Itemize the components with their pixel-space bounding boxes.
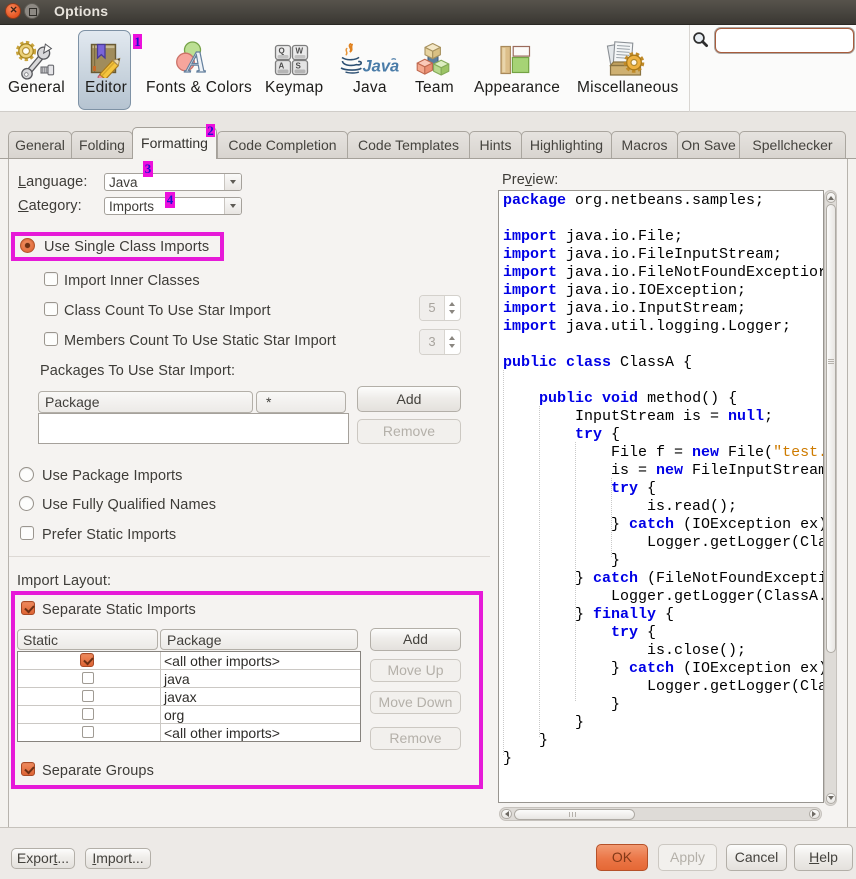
svg-text:S: S xyxy=(296,62,302,71)
svg-text:A: A xyxy=(279,62,285,71)
svg-text:W: W xyxy=(296,47,304,56)
svg-text:Java: Java xyxy=(363,58,400,76)
svg-text:Q: Q xyxy=(279,47,285,56)
svg-text:A: A xyxy=(184,44,207,76)
